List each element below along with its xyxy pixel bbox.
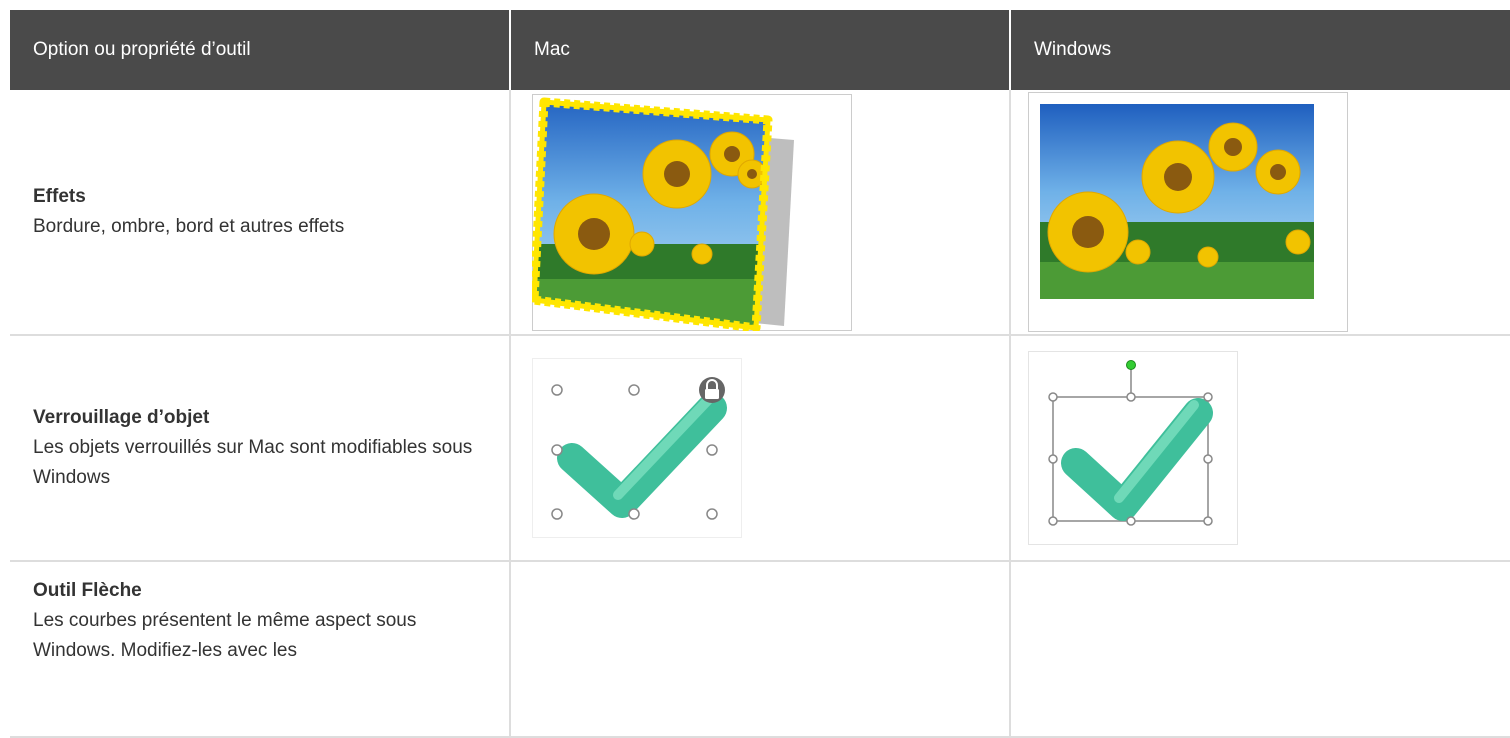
comparison-table: Option ou propriété d’outil Mac Windows … [10, 10, 1510, 738]
lock-icon [699, 377, 725, 403]
mac-cell [509, 334, 1011, 562]
windows-cell [1009, 560, 1510, 738]
windows-cell [1009, 334, 1510, 562]
option-title: Effets [33, 186, 86, 207]
table-header-row: Option ou propriété d’outil Mac Windows [10, 10, 1510, 90]
option-description: Les objets verrouillés sur Mac sont modi… [33, 437, 473, 488]
header-mac: Mac [510, 10, 1011, 90]
mac-locked-object-image [532, 358, 742, 538]
option-title: Verrouillage d’objet [33, 407, 210, 428]
windows-cell [1009, 90, 1510, 336]
option-cell: Outil Flèche Les courbes présentent le m… [10, 560, 511, 738]
table-row: Verrouillage d’objet Les objets verrouil… [10, 334, 1510, 562]
mac-cell [509, 560, 1011, 738]
option-title: Outil Flèche [33, 580, 142, 601]
header-option: Option ou propriété d’outil [10, 10, 511, 90]
header-windows: Windows [1010, 10, 1510, 90]
windows-locked-object-image [1028, 351, 1238, 545]
table-row: Effets Bordure, ombre, bord et autres ef… [10, 90, 1510, 336]
option-cell: Effets Bordure, ombre, bord et autres ef… [10, 90, 511, 336]
mac-effects-image [532, 93, 852, 331]
option-cell: Verrouillage d’objet Les objets verrouil… [10, 334, 511, 562]
option-description: Les courbes présentent le même aspect so… [33, 610, 417, 661]
windows-effects-image [1028, 92, 1348, 332]
option-description: Bordure, ombre, bord et autres effets [33, 216, 345, 237]
table-row: Outil Flèche Les courbes présentent le m… [10, 560, 1510, 738]
mac-cell [509, 90, 1011, 336]
